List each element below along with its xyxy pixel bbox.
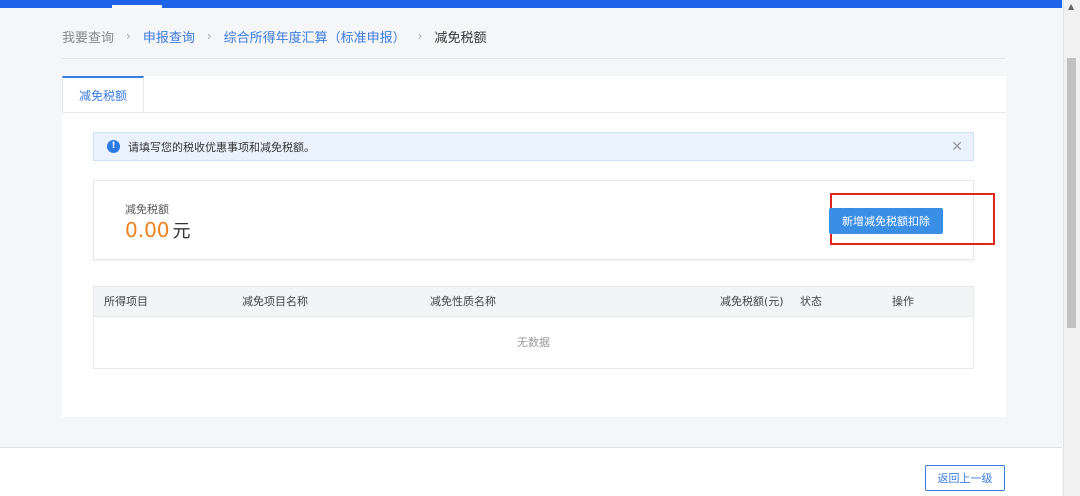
column-header-status: 状态	[800, 295, 822, 308]
page: ▲ 我要查询 › 申报查询 › 综合所得年度汇算（标准申报） › 减免税额 减免…	[0, 0, 1080, 496]
breadcrumb-item-annual-settlement[interactable]: 综合所得年度汇算（标准申报）	[224, 27, 406, 46]
scroll-up-arrow-icon[interactable]: ▲	[1068, 2, 1074, 11]
scroll-thumb[interactable]	[1067, 58, 1076, 328]
add-tax-reduction-button[interactable]: 新增减免税额扣除	[829, 208, 943, 234]
breadcrumb-separator-icon: ›	[126, 29, 131, 43]
summary-amount: 0.00 元	[125, 217, 191, 243]
column-header-reduction-nature-name: 减免性质名称	[430, 295, 496, 308]
alert-text: 请填写您的税收优惠事项和减免税额。	[128, 140, 315, 154]
info-icon: !	[107, 140, 120, 153]
top-nav-bar	[0, 0, 1062, 8]
breadcrumb-item-current: 减免税额	[434, 30, 487, 46]
main-card: 减免税额 ! 请填写您的税收优惠事项和减免税额。 ✕ 减免税额 0.00 元 新增…	[62, 76, 1006, 417]
column-header-reduction-item-name: 减免项目名称	[242, 295, 308, 308]
breadcrumb-separator-icon: ›	[417, 29, 423, 43]
column-header-income-item: 所得项目	[104, 295, 148, 308]
summary-label: 减免税额	[125, 203, 169, 216]
back-button[interactable]: 返回上一级	[925, 465, 1005, 491]
summary-amount-value: 0.00	[125, 218, 170, 242]
breadcrumb-item-query[interactable]: 我要查询	[62, 27, 114, 46]
close-icon[interactable]: ✕	[951, 138, 963, 156]
breadcrumb: 我要查询 › 申报查询 › 综合所得年度汇算（标准申报） › 减免税额	[62, 26, 487, 46]
breadcrumb-divider	[62, 58, 1006, 59]
footer-bar: 返回上一级	[0, 448, 1062, 496]
tab-tax-reduction[interactable]: 减免税额	[62, 76, 144, 112]
table-empty-text: 无数据	[517, 336, 550, 349]
breadcrumb-item-declaration-query[interactable]: 申报查询	[143, 27, 195, 46]
summary-panel: 减免税额 0.00 元 新增减免税额扣除	[93, 180, 995, 260]
table-header: 所得项目 减免项目名称 减免性质名称 减免税额(元) 状态 操作	[94, 287, 973, 317]
tax-reduction-table: 所得项目 减免项目名称 减免性质名称 减免税额(元) 状态 操作 无数据	[93, 286, 974, 369]
top-nav-active-indicator	[112, 5, 162, 8]
summary-amount-unit: 元	[172, 221, 191, 242]
info-alert: ! 请填写您的税收优惠事项和减免税额。 ✕	[93, 132, 974, 161]
column-header-reduction-amount: 减免税额(元)	[720, 295, 784, 308]
vertical-scrollbar[interactable]: ▲	[1063, 0, 1080, 496]
column-header-actions: 操作	[892, 295, 914, 308]
tab-bar: 减免税额	[62, 76, 1006, 113]
breadcrumb-separator-icon: ›	[206, 29, 212, 43]
